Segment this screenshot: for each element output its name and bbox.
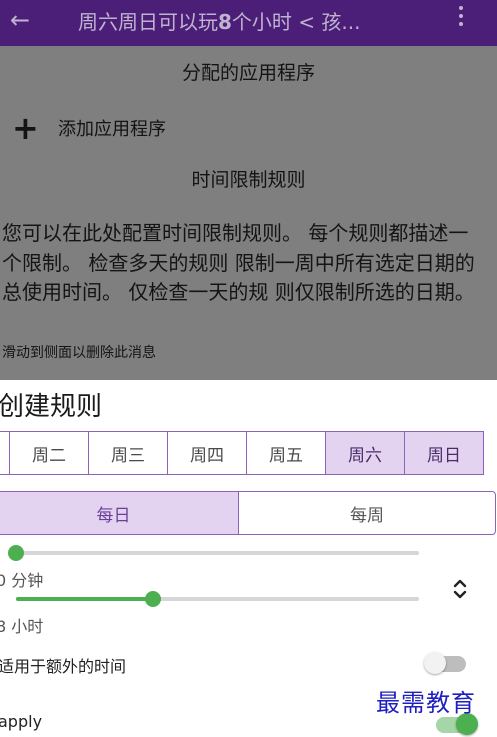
title-part-2: 个小时 < 孩... bbox=[231, 10, 361, 34]
day-button-thu[interactable]: 周四 bbox=[167, 432, 246, 474]
day-selector: 周二 周三 周四 周五 周六 周日 bbox=[0, 431, 484, 475]
extra-time-switch[interactable] bbox=[424, 652, 466, 674]
plus-icon: + bbox=[12, 109, 39, 147]
title-part-1: 周六周日可以玩 bbox=[78, 10, 218, 34]
assigned-apps-title: 分配的应用程序 bbox=[181, 62, 315, 84]
day-button-tue[interactable]: 周二 bbox=[9, 432, 88, 474]
day-button-sat[interactable]: 周六 bbox=[325, 432, 404, 474]
min-slider-thumb[interactable] bbox=[8, 545, 24, 561]
swipe-hint: 滑动到侧面以删除此消息 bbox=[2, 345, 156, 361]
day-button-wed[interactable]: 周三 bbox=[88, 432, 167, 474]
scrim-background-content: 分配的应用程序 + 添加应用程序 时间限制规则 您可以在此处配置时间限制规则。 … bbox=[0, 46, 497, 380]
max-time-value: 8 小时 bbox=[0, 617, 44, 636]
title-bold-number: 8 bbox=[218, 10, 232, 34]
page-title: 周六周日可以玩8个小时 < 孩... bbox=[78, 10, 360, 34]
sheet-heading: 创建规则 bbox=[0, 392, 103, 422]
max-time-slider[interactable] bbox=[16, 591, 419, 607]
extra-time-switch-knob bbox=[424, 652, 446, 674]
day-button-partial[interactable] bbox=[0, 432, 9, 474]
extra-time-label: 适用于额外的时间 bbox=[0, 657, 127, 676]
apply-label: apply bbox=[0, 712, 43, 731]
time-limit-description: 您可以在此处配置时间限制规则。 每个规则都描述一个限制。 检查多天的规则 限制一… bbox=[2, 221, 475, 304]
more-vert-icon[interactable] bbox=[455, 6, 467, 30]
back-arrow-icon[interactable]: ← bbox=[10, 5, 30, 35]
daily-option[interactable]: 每日 bbox=[0, 492, 239, 534]
watermark-text: 最需教育 bbox=[376, 689, 476, 717]
create-rule-sheet: 创建规则 周二 周三 周四 周五 周六 周日 每日 每周 0 分钟 8 小时 适… bbox=[0, 380, 497, 737]
expand-collapse-icon[interactable] bbox=[450, 576, 470, 602]
day-button-fri[interactable]: 周五 bbox=[246, 432, 325, 474]
apply-switch[interactable] bbox=[436, 713, 478, 735]
time-limit-rules-title: 时间限制规则 bbox=[191, 169, 306, 191]
max-slider-thumb[interactable] bbox=[145, 591, 162, 607]
day-button-sun[interactable]: 周日 bbox=[404, 432, 483, 474]
add-app-label: 添加应用程序 bbox=[58, 119, 166, 140]
add-app-row: + 添加应用程序 bbox=[12, 109, 166, 147]
weekly-option[interactable]: 每周 bbox=[239, 492, 495, 534]
min-time-slider[interactable] bbox=[8, 545, 419, 561]
app-bar: ← 周六周日可以玩8个小时 < 孩... bbox=[0, 0, 497, 46]
max-slider-fill bbox=[16, 597, 154, 601]
period-toggle: 每日 每周 bbox=[0, 491, 496, 535]
min-time-value: 0 分钟 bbox=[0, 571, 44, 590]
